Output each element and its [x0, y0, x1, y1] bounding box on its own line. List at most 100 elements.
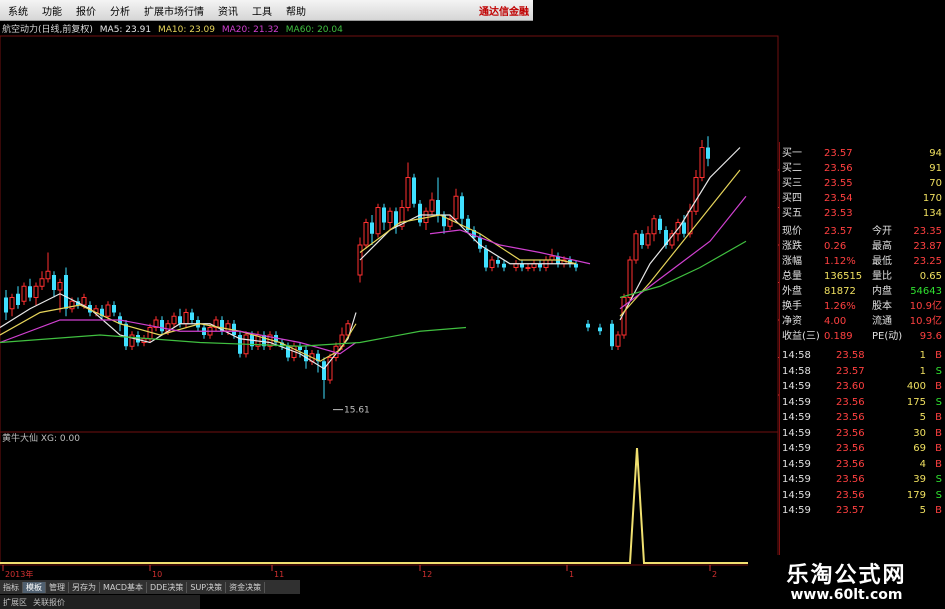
stat-value: 1.26%	[824, 301, 856, 312]
menu-tools[interactable]: 工具	[252, 3, 272, 18]
tick-side: B	[935, 412, 942, 423]
ma60-label: MA60: 20.04	[285, 25, 343, 35]
xg-signal-line	[0, 447, 778, 564]
tab-sup[interactable]: SUP决策	[187, 581, 227, 593]
quote-panel: 买一 23.57 94 买二 23.56 91 买三 23.55 70 买四 23.54 170 买五 2…	[779, 142, 945, 582]
stat-label: 今开	[872, 226, 892, 237]
candle-body-down	[436, 200, 440, 215]
tick-volume: 1	[919, 350, 926, 361]
menu-extended-market[interactable]: 扩展市场行情	[144, 3, 204, 18]
tab-manage[interactable]: 管理	[46, 581, 69, 593]
tick-row: 14:59 23.56 69 B	[780, 441, 945, 456]
ma10-label: MA10: 23.09	[157, 25, 215, 35]
bid-price: 23.57	[824, 148, 853, 159]
low-price-label: 15.61	[344, 406, 370, 416]
candle-body-up	[627, 259, 633, 298]
stat-value: 0.65	[919, 271, 942, 282]
tick-row: 14:59 23.56 30 B	[780, 426, 945, 441]
tick-volume: 69	[913, 443, 926, 454]
stat-row: 涨幅 1.12% 最低 23.25	[780, 254, 945, 269]
bid-row: 买三 23.55 70	[780, 176, 945, 191]
bid-level-label: 买一	[782, 148, 802, 159]
candle-body-down	[28, 286, 32, 298]
stat-row: 换手 1.26% 股本 10.9亿	[780, 299, 945, 314]
bid-level-label: 买三	[782, 178, 802, 189]
candle-body-down	[322, 361, 326, 380]
tab-template[interactable]: 模板	[23, 581, 46, 593]
candle-body-down	[586, 323, 590, 328]
candle-body-down	[178, 316, 182, 324]
date-tick-label: 10	[152, 570, 162, 579]
tick-side: B	[935, 443, 942, 454]
stat-label: 内盘	[872, 286, 892, 297]
ma20-label: MA20: 21.32	[221, 25, 279, 35]
stock-title: 航空动力(日线,前复权)	[2, 25, 93, 35]
stat-value: 23.57	[824, 226, 853, 237]
stat-row: 收益(三) 0.189 PE(动) 93.6	[780, 329, 945, 344]
candle-body-up	[363, 222, 369, 246]
tick-side: B	[935, 458, 942, 470]
candle-body-up	[171, 315, 177, 325]
stat-label: 总量	[782, 271, 802, 282]
date-tick-label: 2	[712, 570, 717, 579]
tab-macd[interactable]: MACD基本	[100, 581, 147, 593]
tick-row: 14:59 23.56 39 S	[780, 472, 945, 487]
menu-quote[interactable]: 报价	[76, 3, 96, 18]
tick-price: 23.58	[836, 350, 865, 361]
bid-row: 买一 23.57 94	[780, 146, 945, 161]
watermark-url: www.60lt.com	[790, 587, 903, 603]
date-tick-label: 12	[422, 570, 432, 579]
bid-volume: 91	[929, 163, 942, 174]
indicator-label: 黄牛大仙 XG: 0.00	[2, 432, 80, 444]
brand-label: 通达信金融	[479, 6, 529, 18]
tab-indicator[interactable]: 指标	[0, 581, 23, 593]
candle-body-up	[525, 267, 531, 269]
stat-label: 量比	[872, 271, 892, 282]
menu-analysis[interactable]: 分析	[110, 3, 130, 18]
menu-news[interactable]: 资讯	[218, 3, 238, 18]
candle-body-down	[112, 305, 116, 313]
candle-body-up	[69, 300, 75, 310]
tab-dde[interactable]: DDE决策	[147, 581, 188, 593]
candle-body-up	[9, 297, 15, 310]
tick-volume: 5	[919, 412, 926, 423]
candle-body-up	[453, 195, 459, 220]
candle-body-down	[418, 203, 422, 223]
tick-time: 14:59	[782, 412, 811, 423]
candle-body-down	[658, 218, 662, 230]
candle-body-down	[640, 233, 644, 245]
candle-body-down	[598, 327, 602, 332]
candle-body-up	[183, 312, 189, 325]
ma60-line	[619, 240, 747, 299]
tick-time: 14:59	[782, 427, 811, 439]
stat-value: 81872	[824, 286, 856, 297]
tick-time: 14:58	[782, 350, 811, 361]
tick-time: 14:58	[782, 365, 811, 377]
candle-body-down	[682, 222, 686, 234]
candle-body-up	[633, 233, 639, 261]
tab-save-as[interactable]: 另存为	[69, 581, 100, 593]
menu-system[interactable]: 系统	[8, 3, 28, 18]
candle-body-down	[190, 312, 194, 320]
menu-function[interactable]: 功能	[42, 3, 62, 18]
tick-row: 14:59 23.56 4 B	[780, 457, 945, 472]
tick-price: 23.56	[836, 443, 865, 454]
date-tick-label: 2013年	[5, 569, 33, 579]
date-tick-label: 11	[274, 570, 284, 579]
tab-fund[interactable]: 资金决策	[226, 581, 266, 593]
ma20-line	[429, 229, 591, 265]
candle-body-up	[615, 334, 621, 347]
candle-body-down	[370, 222, 374, 234]
candle-body-down	[412, 177, 416, 204]
extension-area-button[interactable]: 扩展区	[0, 597, 30, 608]
menu-help[interactable]: 帮助	[286, 3, 306, 18]
tick-side: S	[935, 396, 942, 408]
ma10-line	[0, 304, 357, 362]
tick-time: 14:59	[782, 474, 811, 485]
related-quote-button[interactable]: 关联报价	[30, 597, 68, 608]
stat-label: 最低	[872, 256, 892, 267]
candle-body-up	[651, 218, 657, 235]
tick-volume: 1	[919, 365, 926, 377]
tick-row: 14:59 23.56 175 S	[780, 395, 945, 410]
candle-body-down	[706, 147, 710, 159]
